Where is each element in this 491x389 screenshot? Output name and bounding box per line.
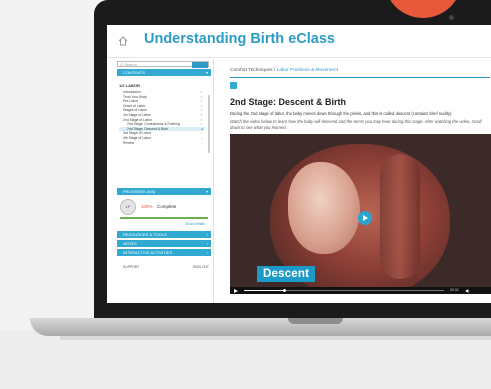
chevron-down-icon: ▾ xyxy=(205,70,208,75)
section-notes-label: NOTES xyxy=(123,241,137,246)
toc-item-label: Trust Your Body xyxy=(123,94,147,99)
progress-bar-fill xyxy=(120,217,208,219)
sidebar-footer: SUPPORT SIGN OUT xyxy=(123,265,209,269)
play-icon[interactable] xyxy=(358,211,372,225)
toc-item-label: Introduction xyxy=(123,90,141,94)
breadcrumb: Comfort Techniques / Labor Positions & M… xyxy=(230,68,338,73)
search-placeholder: Q Search xyxy=(120,62,137,67)
section-progress-label: PROGRESS (5/8) xyxy=(123,189,156,194)
app-header: Understanding Birth eClass xyxy=(107,25,491,58)
progress-panel: LF 100% Complete Show Details xyxy=(117,195,211,226)
play-small-icon[interactable] xyxy=(234,288,238,293)
section-interactive[interactable]: INTERACTIVE ACTIVITIES › xyxy=(117,249,211,256)
app-title: Understanding Birth eClass xyxy=(144,31,335,47)
lesson-instructions: Watch the video below to learn how the b… xyxy=(230,119,482,131)
progress-bar xyxy=(120,217,208,219)
show-details-link[interactable]: Show Details xyxy=(185,222,205,226)
progress-status: Complete xyxy=(157,204,177,209)
toc-heading: 1/2 LABOR xyxy=(119,83,140,88)
signout-link[interactable]: SIGN OUT xyxy=(193,265,209,269)
section-resources[interactable]: RESOURCES & TOOLS › xyxy=(117,231,211,238)
camera-icon xyxy=(449,15,454,20)
toc-item-label: Pre-Labor xyxy=(123,99,139,104)
avatar: LF xyxy=(120,199,136,215)
breadcrumb-divider xyxy=(230,77,490,78)
section-notes[interactable]: NOTES › xyxy=(117,240,211,247)
video-frame-baby xyxy=(288,162,360,254)
scrollbar[interactable] xyxy=(208,95,210,153)
volume-icon[interactable]: ◀) xyxy=(465,288,469,293)
home-icon[interactable] xyxy=(118,36,128,46)
lesson-content: Comfort Techniques / Labor Positions & M… xyxy=(220,59,491,303)
video-seek-bar[interactable] xyxy=(244,290,444,291)
table-of-contents: 1/2 LABOR Introduction ✓ Trust Your Body ✓ P… xyxy=(119,83,205,145)
chevron-right-icon: › xyxy=(206,241,208,246)
search-input[interactable]: Q Search xyxy=(117,61,209,68)
toc-item-label: 1st Stage of Labor xyxy=(123,112,151,117)
toc-item-label: 2nd Stage: Contractions & Pushing xyxy=(127,122,180,127)
toc-item-label: Onset of Labor xyxy=(123,103,146,108)
laptop-base xyxy=(30,318,491,336)
toc-item-label: 2nd Stage of Labor xyxy=(123,117,152,122)
laptop-notch xyxy=(288,318,343,324)
section-contents[interactable]: CONTENTS ▾ xyxy=(117,69,211,76)
video-frame-spine xyxy=(380,154,420,279)
breadcrumb-root[interactable]: Comfort Techniques xyxy=(230,68,273,73)
toc-item-label: 2nd Stage: Descent & Birth xyxy=(127,126,168,131)
video-controls: 00:32 ◀) xyxy=(230,287,491,294)
lesson-description: During the 2nd stage of labor, the baby … xyxy=(230,111,453,116)
toc-item-label: 4th Stage of Labor xyxy=(123,135,151,140)
support-link[interactable]: SUPPORT xyxy=(123,265,139,269)
toc-item-label: Stages of Labor xyxy=(123,108,147,113)
toc-item-label: Review xyxy=(123,140,135,145)
breadcrumb-current[interactable]: Labor Positions & Movement xyxy=(277,68,338,73)
section-progress[interactable]: PROGRESS (5/8) ▾ xyxy=(117,188,211,195)
circle-icon: ○ xyxy=(200,140,203,145)
lesson-menu-button[interactable] xyxy=(230,82,237,89)
chevron-down-icon: ▾ xyxy=(205,189,208,194)
video-seek-handle[interactable] xyxy=(282,289,286,292)
section-interactive-label: INTERACTIVE ACTIVITIES xyxy=(123,250,173,255)
video-seek-fill xyxy=(244,290,284,291)
video-caption: Descent xyxy=(257,266,316,282)
search-button[interactable] xyxy=(192,62,208,68)
lesson-title: 2nd Stage: Descent & Birth xyxy=(230,97,347,107)
chevron-right-icon: › xyxy=(206,232,208,237)
section-resources-label: RESOURCES & TOOLS xyxy=(123,232,167,237)
laptop-shadow xyxy=(60,336,491,340)
chevron-right-icon: › xyxy=(206,250,208,255)
section-contents-label: CONTENTS xyxy=(123,70,145,75)
toc-item-label: 3rd Stage of Labor xyxy=(123,131,152,136)
video-player[interactable]: Descent 00:32 ◀) xyxy=(230,134,491,294)
video-time: 00:32 xyxy=(450,288,459,292)
laptop-screen: Understanding Birth eClass Q Search CONT… xyxy=(107,25,491,303)
sidebar: Q Search CONTENTS ▾ 1/2 LABOR Introducti… xyxy=(115,59,214,303)
toc-item[interactable]: Review ○ xyxy=(119,141,205,146)
progress-percent: 100% xyxy=(141,204,153,209)
